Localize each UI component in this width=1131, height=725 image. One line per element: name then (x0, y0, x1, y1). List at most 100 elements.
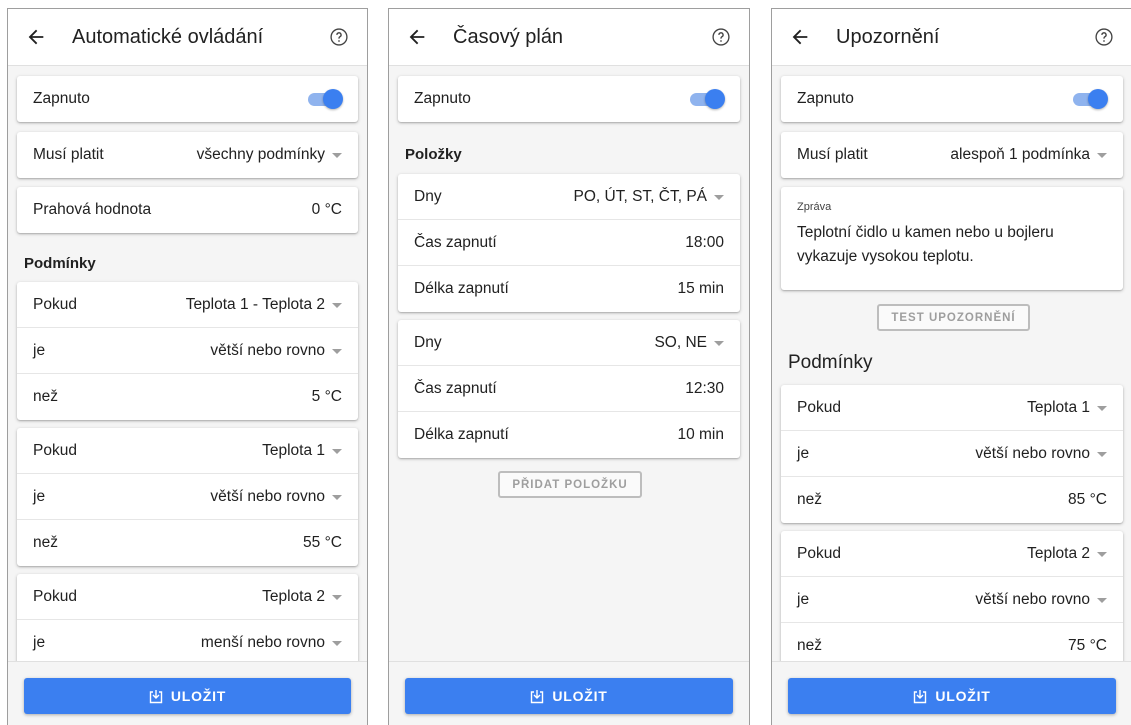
threshold-card: Prahová hodnota 0 °C (17, 187, 358, 233)
message-card[interactable]: Zpráva Teplotní čidlo u kamen nebo u boj… (781, 187, 1123, 290)
time-value[interactable]: 18:00 (685, 234, 724, 252)
if-select[interactable]: Teplota 1 (1027, 399, 1107, 417)
caret-down-icon (332, 348, 342, 354)
help-button[interactable] (1076, 9, 1131, 66)
enabled-card: Zapnuto (781, 76, 1123, 122)
if-label: Pokud (797, 544, 841, 562)
enabled-row[interactable]: Zapnuto (17, 76, 358, 122)
condition-than-row[interactable]: než 75 °C (781, 623, 1123, 661)
is-value: větší nebo rovno (210, 341, 325, 359)
condition-if-row[interactable]: Pokud Teplota 2 (17, 574, 358, 620)
condition-if-row[interactable]: Pokud Teplota 2 (781, 531, 1123, 577)
test-notification-button[interactable]: TEST UPOZORNĚNÍ (877, 304, 1030, 331)
conditions-header: Podmínky (24, 255, 96, 272)
if-select[interactable]: Teplota 1 (262, 442, 342, 460)
conditions-header: Podmínky (788, 352, 873, 373)
save-label: ULOŽIT (935, 688, 991, 704)
enabled-row[interactable]: Zapnuto (398, 76, 740, 122)
screen-schedule: Časový plán Zapnuto Položky Dny PO, ÚT, … (388, 8, 750, 725)
duration-row[interactable]: Délka zapnutí 15 min (398, 266, 740, 312)
condition-if-row[interactable]: Pokud Teplota 1 (781, 385, 1123, 431)
must-select[interactable]: alespoň 1 podmínka (950, 146, 1107, 164)
than-value[interactable]: 75 °C (1068, 637, 1107, 655)
help-button[interactable] (693, 9, 749, 66)
is-label: je (33, 487, 46, 505)
must-label: Musí platit (33, 146, 104, 163)
time-value[interactable]: 12:30 (685, 380, 724, 398)
days-row[interactable]: Dny SO, NE (398, 320, 740, 366)
must-row[interactable]: Musí platit alespoň 1 podmínka (781, 132, 1123, 178)
condition-if-row[interactable]: Pokud Teplota 1 (17, 428, 358, 474)
enabled-label: Zapnuto (33, 90, 90, 107)
days-value: SO, NE (654, 333, 707, 351)
condition-than-row[interactable]: než 85 °C (781, 477, 1123, 523)
must-select[interactable]: všechny podmínky (197, 146, 342, 164)
if-select[interactable]: Teplota 2 (262, 588, 342, 606)
back-button[interactable] (389, 9, 445, 66)
must-value: alespoň 1 podmínka (950, 146, 1090, 163)
threshold-value[interactable]: 0 °C (312, 201, 342, 219)
arrow-left-icon (792, 29, 808, 45)
must-row[interactable]: Musí platit všechny podmínky (17, 132, 358, 178)
condition-is-row[interactable]: je větší nebo rovno (781, 431, 1123, 477)
back-button[interactable] (8, 9, 64, 66)
condition-card: Pokud Teplota 1 - Teplota 2 je větší neb… (17, 282, 358, 420)
duration-row[interactable]: Délka zapnutí 10 min (398, 412, 740, 458)
days-row[interactable]: Dny PO, ÚT, ST, ČT, PÁ (398, 174, 740, 220)
save-button[interactable]: ULOŽIT (405, 678, 733, 714)
enabled-toggle[interactable] (690, 89, 725, 109)
caret-down-icon (332, 448, 342, 454)
enabled-row[interactable]: Zapnuto (781, 76, 1123, 122)
time-row[interactable]: Čas zapnutí 12:30 (398, 366, 740, 412)
app-bar: Časový plán (389, 9, 749, 66)
if-label: Pokud (33, 587, 77, 605)
screen-automatic-control: Automatické ovládání Zapnuto Musí platit… (7, 8, 368, 725)
threshold-row[interactable]: Prahová hodnota 0 °C (17, 187, 358, 233)
condition-is-row[interactable]: je větší nebo rovno (781, 577, 1123, 623)
condition-is-row[interactable]: je menší nebo rovno (17, 620, 358, 661)
arrow-left-icon (28, 29, 44, 45)
bottom-bar: ULOŽIT (772, 661, 1131, 725)
enabled-toggle[interactable] (308, 89, 343, 109)
if-label: Pokud (33, 295, 77, 313)
days-select[interactable]: SO, NE (654, 334, 724, 352)
save-button[interactable]: ULOŽIT (788, 678, 1116, 714)
enabled-toggle[interactable] (1073, 89, 1108, 109)
condition-if-row[interactable]: Pokud Teplota 1 - Teplota 2 (17, 282, 358, 328)
than-value[interactable]: 85 °C (1068, 491, 1107, 509)
is-value: větší nebo rovno (975, 590, 1090, 608)
caret-down-icon (1097, 597, 1107, 603)
help-circle-icon (330, 28, 348, 46)
save-label: ULOŽIT (170, 688, 227, 704)
duration-value[interactable]: 10 min (677, 426, 724, 444)
back-button[interactable] (772, 9, 828, 66)
condition-card: Pokud Teplota 1 je větší nebo rovno než … (17, 428, 358, 566)
help-button[interactable] (311, 9, 367, 66)
message-text[interactable]: Teplotní čidlo u kamen nebo u bojleru vy… (781, 213, 1123, 281)
condition-than-row[interactable]: než 55 °C (17, 520, 358, 566)
caret-down-icon (1097, 451, 1107, 457)
save-button[interactable]: ULOŽIT (24, 678, 351, 714)
time-row[interactable]: Čas zapnutí 18:00 (398, 220, 740, 266)
is-select[interactable]: menší nebo rovno (201, 634, 342, 652)
is-select[interactable]: větší nebo rovno (210, 342, 342, 360)
is-select[interactable]: větší nebo rovno (210, 488, 342, 506)
if-select[interactable]: Teplota 1 - Teplota 2 (186, 296, 342, 314)
save-label: ULOŽIT (552, 688, 608, 704)
days-select[interactable]: PO, ÚT, ST, ČT, PÁ (574, 188, 724, 206)
add-item-button[interactable]: PŘIDAT POLOŽKU (498, 471, 642, 498)
condition-is-row[interactable]: je větší nebo rovno (17, 328, 358, 374)
condition-is-row[interactable]: je větší nebo rovno (17, 474, 358, 520)
than-value[interactable]: 55 °C (303, 534, 342, 552)
condition-than-row[interactable]: než 5 °C (17, 374, 358, 420)
duration-value[interactable]: 15 min (677, 280, 724, 298)
than-value[interactable]: 5 °C (312, 388, 342, 406)
is-select[interactable]: větší nebo rovno (975, 591, 1107, 609)
if-select[interactable]: Teplota 2 (1027, 545, 1107, 563)
condition-card: Pokud Teplota 2 je menší nebo rovno (17, 574, 358, 661)
bottom-bar: ULOŽIT (389, 661, 749, 725)
page-title: Upozornění (836, 25, 940, 48)
than-label: než (33, 388, 58, 405)
is-select[interactable]: větší nebo rovno (975, 445, 1107, 463)
caret-down-icon (332, 302, 342, 308)
